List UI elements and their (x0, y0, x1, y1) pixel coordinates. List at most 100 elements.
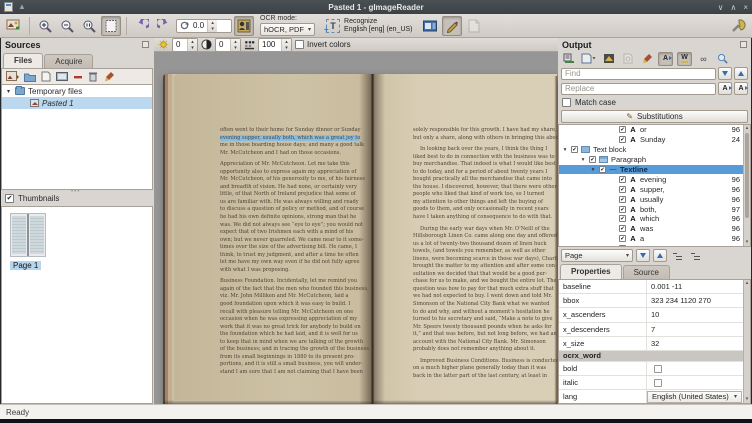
controls-toggle-button[interactable] (234, 16, 254, 36)
hocr-tree-row[interactable]: ✔ A which 96 (559, 214, 743, 224)
sources-file-tree[interactable]: ▾ Temporary files Pasted 1 (1, 84, 153, 190)
scroll-up-icon[interactable]: ▴ (744, 125, 750, 132)
language-button[interactable] (420, 16, 440, 36)
delete-icon[interactable] (88, 71, 98, 82)
contrast-spinbox[interactable]: 0 ▴▾ (215, 38, 241, 52)
resolution-steppers[interactable]: ▴▾ (281, 39, 291, 51)
scroll-up-icon[interactable]: ▴ (744, 280, 750, 287)
replace-input[interactable] (561, 83, 716, 95)
rotate-right-button[interactable] (154, 16, 174, 36)
hocr-tree-row[interactable]: ✔ A supper, 96 (559, 184, 743, 194)
merge-words-button[interactable]: ∞ (696, 52, 711, 66)
ocr-mode-select[interactable]: hOCR, PDF ▾ (260, 23, 315, 36)
navigation-level-select[interactable]: Page ▾ (561, 249, 633, 262)
scroll-down-icon[interactable]: ▾ (744, 396, 750, 403)
rotation-steppers[interactable]: ▴▾ (207, 20, 217, 32)
detach-icon[interactable] (740, 41, 747, 48)
tab-properties[interactable]: Properties (560, 264, 622, 279)
collapse-all-button[interactable] (688, 249, 703, 262)
property-row[interactable]: lang English (United States) ▾ (559, 390, 743, 404)
hocr-tree-rows[interactable]: ✔ A or 96 ✔ A Sunday 24 ▾ ✔ Text (559, 125, 743, 246)
close-button[interactable]: × (743, 3, 748, 12)
save-hocr-button[interactable] (580, 52, 597, 66)
hocr-tree-row[interactable]: ✔ A Sunday 24 (559, 135, 743, 145)
page-thumbnail[interactable] (10, 213, 46, 257)
hocr-tree-row[interactable]: ✔ A or 96 (559, 125, 743, 135)
rotation-spinbox[interactable]: 0.0 ▴▾ (176, 19, 232, 33)
zoom-out-button[interactable] (57, 16, 77, 36)
rotate-left-button[interactable] (132, 16, 152, 36)
hocr-tree-row[interactable]: ✔ A evening 96 (559, 174, 743, 184)
clear-all-icon[interactable] (103, 71, 115, 82)
zoom-original-button[interactable] (79, 16, 99, 36)
zoom-fit-button[interactable] (101, 16, 121, 36)
tree-scrollbar[interactable]: ▴ ▾ (743, 125, 750, 246)
tab-files[interactable]: Files (3, 53, 43, 68)
source-tree-row[interactable]: Pasted 1 (2, 97, 152, 109)
thumbnails-checkbox[interactable]: ✔ (5, 194, 14, 203)
zoom-to-word-button[interactable] (715, 52, 730, 66)
properties-scrollbar[interactable]: ▴ ▾ (743, 280, 750, 403)
word-checkbox[interactable]: ✔ (619, 176, 626, 183)
hocr-tree-row[interactable]: ✔ A was 96 (559, 224, 743, 234)
open-hocr-button[interactable] (561, 52, 576, 66)
tab-source[interactable]: Source (623, 265, 670, 279)
word-checkbox[interactable]: ✔ (571, 146, 578, 153)
invert-colors-checkbox[interactable] (295, 40, 304, 49)
word-checkbox[interactable]: ✔ (619, 215, 626, 222)
properties-rows[interactable]: baseline 0.001 -11 ▾ bbox 323 234 1120 2… (559, 280, 743, 403)
hocr-tree-row[interactable]: ▾ ✔ Paragraph (559, 155, 743, 165)
add-image-icon[interactable] (6, 71, 19, 82)
expander-icon[interactable]: ▾ (590, 167, 596, 173)
hocr-tree-row[interactable]: ✔ A both, 97 (559, 204, 743, 214)
hocr-tree-row[interactable]: ✔ A usually 96 (559, 194, 743, 204)
resolution-spinbox[interactable]: 100 ▴▾ (258, 38, 292, 52)
word-checkbox[interactable]: ✔ (619, 126, 626, 133)
property-row[interactable]: baseline 0.001 -11 ▾ (559, 280, 743, 294)
word-checkbox[interactable]: ✔ (619, 235, 626, 242)
property-row[interactable]: bbox 323 234 1120 270 ▾ (559, 294, 743, 308)
expander-icon[interactable]: ▾ (562, 147, 568, 153)
clear-output-button[interactable] (639, 52, 654, 66)
property-row[interactable]: x_ascenders 10 ▾ (559, 308, 743, 322)
recognize-button[interactable]: T Recognize English [eng] (en_US) (321, 16, 417, 36)
property-row[interactable]: x_descenders 7 ▾ (559, 323, 743, 337)
word-checkbox[interactable]: ✔ (619, 245, 626, 246)
find-prev-button[interactable] (734, 67, 748, 80)
export-button[interactable] (601, 52, 616, 66)
find-input[interactable] (561, 68, 716, 80)
word-checkbox[interactable]: ✔ (619, 186, 626, 193)
expander-icon[interactable]: ▾ (580, 157, 586, 163)
hocr-tree-row[interactable]: ▾ ✔ — Textline (559, 165, 743, 175)
hocr-tree-row[interactable]: ▾ ✔ Text block (559, 145, 743, 155)
word-checkbox[interactable]: ✔ (619, 225, 626, 232)
hocr-tree-row[interactable]: ✔ A a 96 (559, 234, 743, 244)
word-checkbox[interactable]: ✔ (619, 196, 626, 203)
edit-toggle-button[interactable] (442, 16, 462, 36)
detach-icon[interactable] (142, 41, 149, 48)
property-row[interactable]: x_size 32 ▾ (559, 337, 743, 351)
splitter-handle[interactable]: ••• (71, 189, 80, 195)
maximize-button[interactable]: ∧ (730, 3, 736, 12)
open-folder-icon[interactable] (24, 72, 36, 82)
scroll-down-icon[interactable]: ▾ (744, 239, 750, 246)
word-checkbox[interactable]: ✔ (589, 156, 596, 163)
contrast-steppers[interactable]: ▴▾ (230, 39, 240, 51)
navigate-prev-button[interactable] (653, 249, 667, 262)
preview-button[interactable] (620, 52, 635, 66)
brightness-spinbox[interactable]: 0 ▴▾ (172, 38, 198, 52)
navigate-next-button[interactable] (636, 249, 650, 262)
word-checkbox[interactable]: ✔ (619, 206, 626, 213)
hocr-tree-row[interactable]: ✔ A great 96 (559, 244, 743, 246)
tab-acquire[interactable]: Acquire (44, 54, 93, 68)
remove-source-icon[interactable] (73, 72, 83, 82)
replace-button[interactable]: A (718, 82, 732, 95)
source-tree-row[interactable]: ▾ Temporary files (2, 85, 152, 97)
substitutions-button[interactable]: ✎ Substitutions (561, 110, 748, 123)
property-checkbox[interactable] (654, 365, 662, 373)
find-next-button[interactable] (718, 67, 732, 80)
expander-icon[interactable]: ▾ (5, 88, 12, 95)
zoom-in-button[interactable] (35, 16, 55, 36)
paste-icon[interactable] (41, 71, 51, 82)
brightness-steppers[interactable]: ▴▾ (187, 39, 197, 51)
